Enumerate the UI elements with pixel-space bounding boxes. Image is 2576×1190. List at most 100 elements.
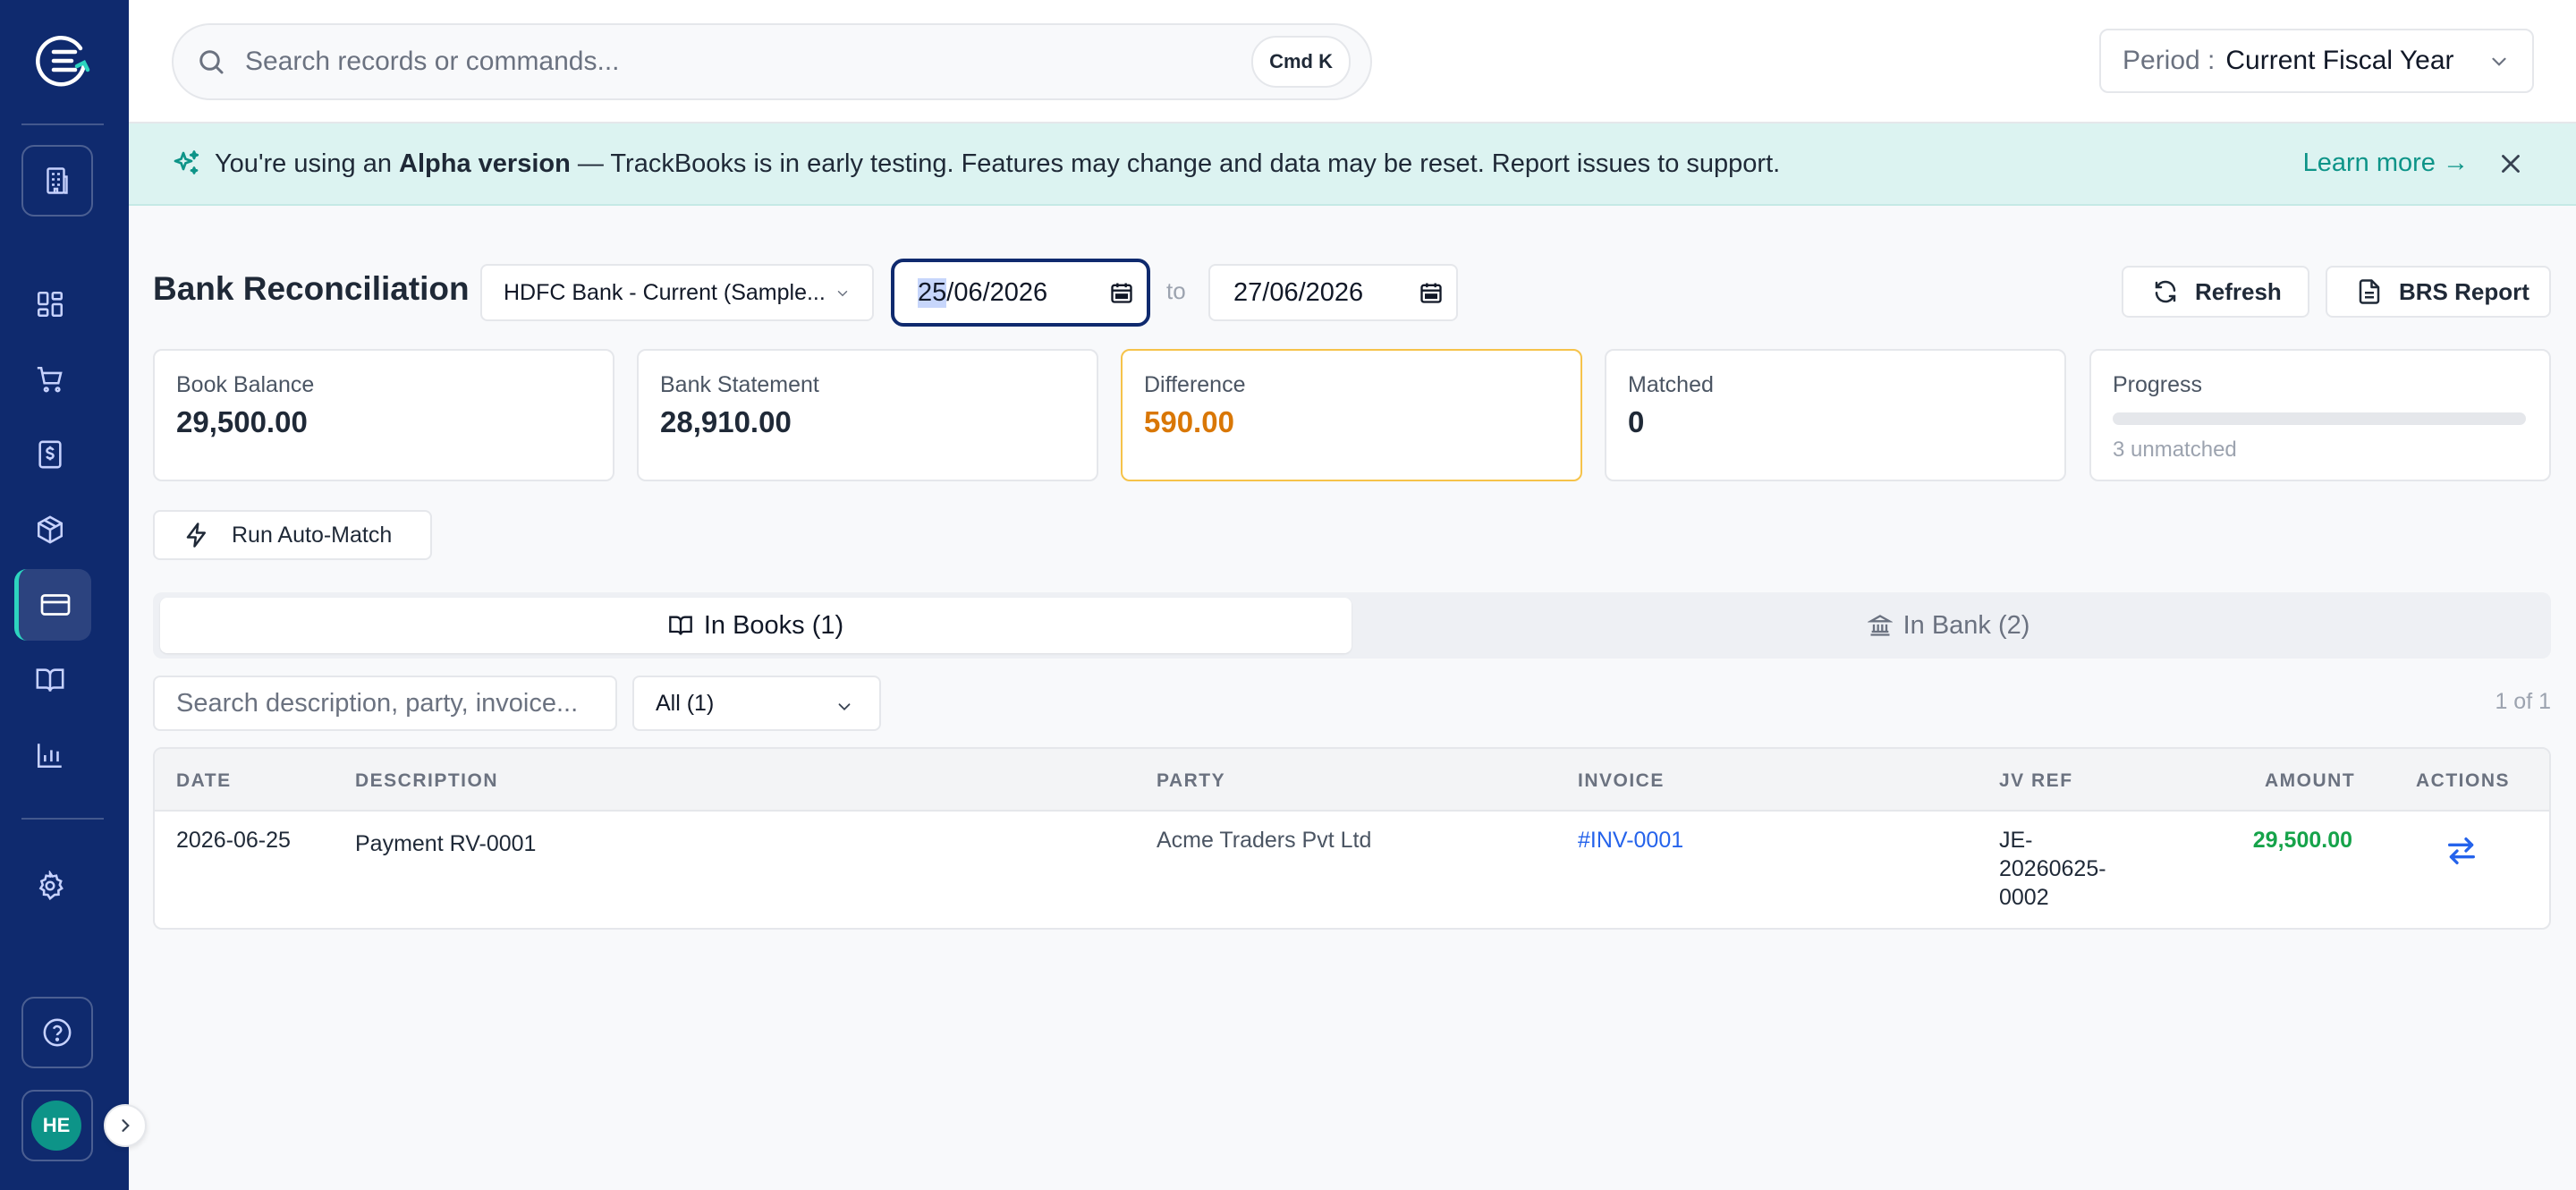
sidebar-item-settings[interactable]: [29, 864, 72, 907]
difference-card: Difference 590.00: [1121, 349, 1582, 481]
book-balance-card: Book Balance 29,500.00: [153, 349, 614, 481]
difference-value: 590.00: [1144, 405, 1234, 438]
global-search[interactable]: Search records or commands... Cmd K: [172, 23, 1372, 100]
shortcut-badge: Cmd K: [1251, 36, 1351, 88]
bank-account-select[interactable]: HDFC Bank - Current (Sample...: [480, 264, 874, 321]
credit-card-icon: [40, 594, 70, 616]
column-header-date[interactable]: DATE: [176, 770, 232, 792]
page-title: Bank Reconciliation: [153, 270, 470, 307]
transactions-table: DATE DESCRIPTION PARTY INVOICE JV REF AM…: [153, 747, 2551, 930]
tab-in-bank-label: In Bank (2): [1902, 610, 2030, 640]
sidebar: HE: [0, 0, 147, 1190]
table-header: DATE DESCRIPTION PARTY INVOICE JV REF AM…: [155, 749, 2549, 812]
table-search-input[interactable]: Search description, party, invoice...: [153, 676, 617, 731]
alpha-banner: You're using an Alpha version — TrackBoo…: [129, 123, 2576, 206]
period-select[interactable]: Period : Current Fiscal Year: [2099, 29, 2534, 93]
date-to-input[interactable]: 27/06/2026: [1208, 264, 1458, 321]
chevron-down-icon: [837, 291, 848, 297]
sidebar-item-sales[interactable]: [29, 358, 72, 401]
sidebar-divider: [21, 818, 104, 820]
column-header-invoice[interactable]: INVOICE: [1578, 770, 1665, 792]
progress-label: Progress: [2113, 372, 2203, 397]
difference-label: Difference: [1144, 372, 1246, 397]
book-icon: [36, 668, 64, 692]
tab-in-books[interactable]: In Books (1): [160, 598, 1352, 653]
sidebar-item-dashboard[interactable]: [29, 283, 72, 326]
progress-unmatched-text: 3 unmatched: [2113, 438, 2237, 462]
pagination-info: 1 of 1: [2495, 689, 2551, 714]
bank-statement-label: Bank Statement: [660, 372, 819, 397]
match-filter-value: All (1): [656, 690, 715, 716]
bar-chart-icon: [37, 744, 62, 769]
chevron-down-icon: [838, 703, 851, 711]
refresh-button[interactable]: Refresh: [2122, 266, 2309, 318]
date-from-rest: /06/2026: [946, 277, 1048, 307]
column-header-amount[interactable]: AMOUNT: [2265, 770, 2355, 792]
date-from-input[interactable]: 25/06/2026: [891, 259, 1150, 327]
book-balance-label: Book Balance: [176, 372, 315, 397]
book-icon: [668, 616, 692, 635]
building-icon: [47, 167, 68, 194]
refresh-label: Refresh: [2195, 277, 2282, 305]
matched-card: Matched 0: [1605, 349, 2066, 481]
swap-arrows-icon[interactable]: [2444, 833, 2479, 869]
date-from-day-segment[interactable]: 25: [918, 277, 947, 308]
refresh-icon: [2155, 280, 2176, 303]
progress-bar: [2113, 412, 2526, 425]
bank-statement-card: Bank Statement 28,910.00: [637, 349, 1098, 481]
learn-more-link[interactable]: Learn more →: [2303, 149, 2469, 178]
search-icon: [199, 50, 224, 74]
top-bar: Search records or commands... Cmd K Peri…: [129, 0, 2576, 123]
sidebar-item-inventory[interactable]: [29, 508, 72, 551]
column-header-description[interactable]: DESCRIPTION: [355, 770, 498, 792]
bank-icon: [1867, 615, 1893, 636]
dashboard-icon: [37, 291, 64, 318]
row-invoice-link[interactable]: #INV-0001: [1578, 828, 1683, 854]
tab-in-books-label: In Books (1): [703, 610, 844, 640]
run-auto-match-button[interactable]: Run Auto-Match: [153, 510, 432, 560]
progress-card: Progress 3 unmatched: [2089, 349, 2551, 481]
help-circle-icon: [43, 1018, 72, 1047]
book-balance-value: 29,500.00: [176, 405, 308, 438]
lightning-icon: [186, 523, 206, 548]
bank-account-value: HDFC Bank - Current (Sample...: [504, 279, 826, 305]
sidebar-divider: [21, 123, 104, 125]
matched-label: Matched: [1628, 372, 1714, 397]
period-value: Current Fiscal Year: [2225, 46, 2454, 75]
sparkles-icon: [174, 150, 199, 174]
banner-message: You're using an Alpha version — TrackBoo…: [215, 149, 1781, 178]
match-filter-select[interactable]: All (1): [632, 676, 881, 731]
avatar[interactable]: HE: [31, 1101, 81, 1151]
period-label: Period :: [2123, 46, 2216, 75]
sidebar-expand-button[interactable]: [104, 1104, 147, 1147]
run-auto-match-label: Run Auto-Match: [232, 522, 393, 548]
matched-value: 0: [1628, 405, 1645, 438]
sidebar-item-invoices[interactable]: [29, 433, 72, 476]
app-logo-icon[interactable]: [32, 30, 93, 91]
chevron-right-icon: [122, 1119, 130, 1132]
brs-report-label: BRS Report: [2399, 277, 2529, 305]
cart-icon: [37, 366, 63, 393]
settings-icon: [38, 871, 64, 901]
package-icon: [37, 515, 64, 544]
row-date: 2026-06-25: [176, 828, 291, 853]
column-header-actions: ACTIONS: [2416, 770, 2510, 791]
calendar-icon[interactable]: [1109, 280, 1134, 305]
sidebar-item-company[interactable]: [21, 145, 93, 217]
document-icon: [2359, 279, 2380, 304]
row-description: Payment RV-0001: [355, 831, 537, 856]
search-input[interactable]: Search records or commands...: [245, 47, 1251, 77]
brs-report-button[interactable]: BRS Report: [2326, 266, 2551, 318]
dollar-document-icon: [38, 440, 62, 469]
sidebar-item-reports[interactable]: [29, 734, 72, 777]
column-header-party[interactable]: PARTY: [1157, 770, 1225, 792]
help-button[interactable]: [21, 997, 93, 1068]
calendar-icon[interactable]: [1419, 280, 1444, 305]
close-icon[interactable]: [2496, 149, 2526, 179]
sidebar-item-banking[interactable]: [14, 569, 91, 641]
row-jv-ref: JE- 20260625- 0002: [1999, 828, 2106, 910]
sidebar-item-ledger[interactable]: [29, 659, 72, 701]
tab-in-bank[interactable]: In Bank (2): [1352, 598, 2546, 653]
column-header-jv-ref[interactable]: JV REF: [1999, 770, 2073, 792]
row-amount: 29,500.00: [2252, 828, 2352, 853]
